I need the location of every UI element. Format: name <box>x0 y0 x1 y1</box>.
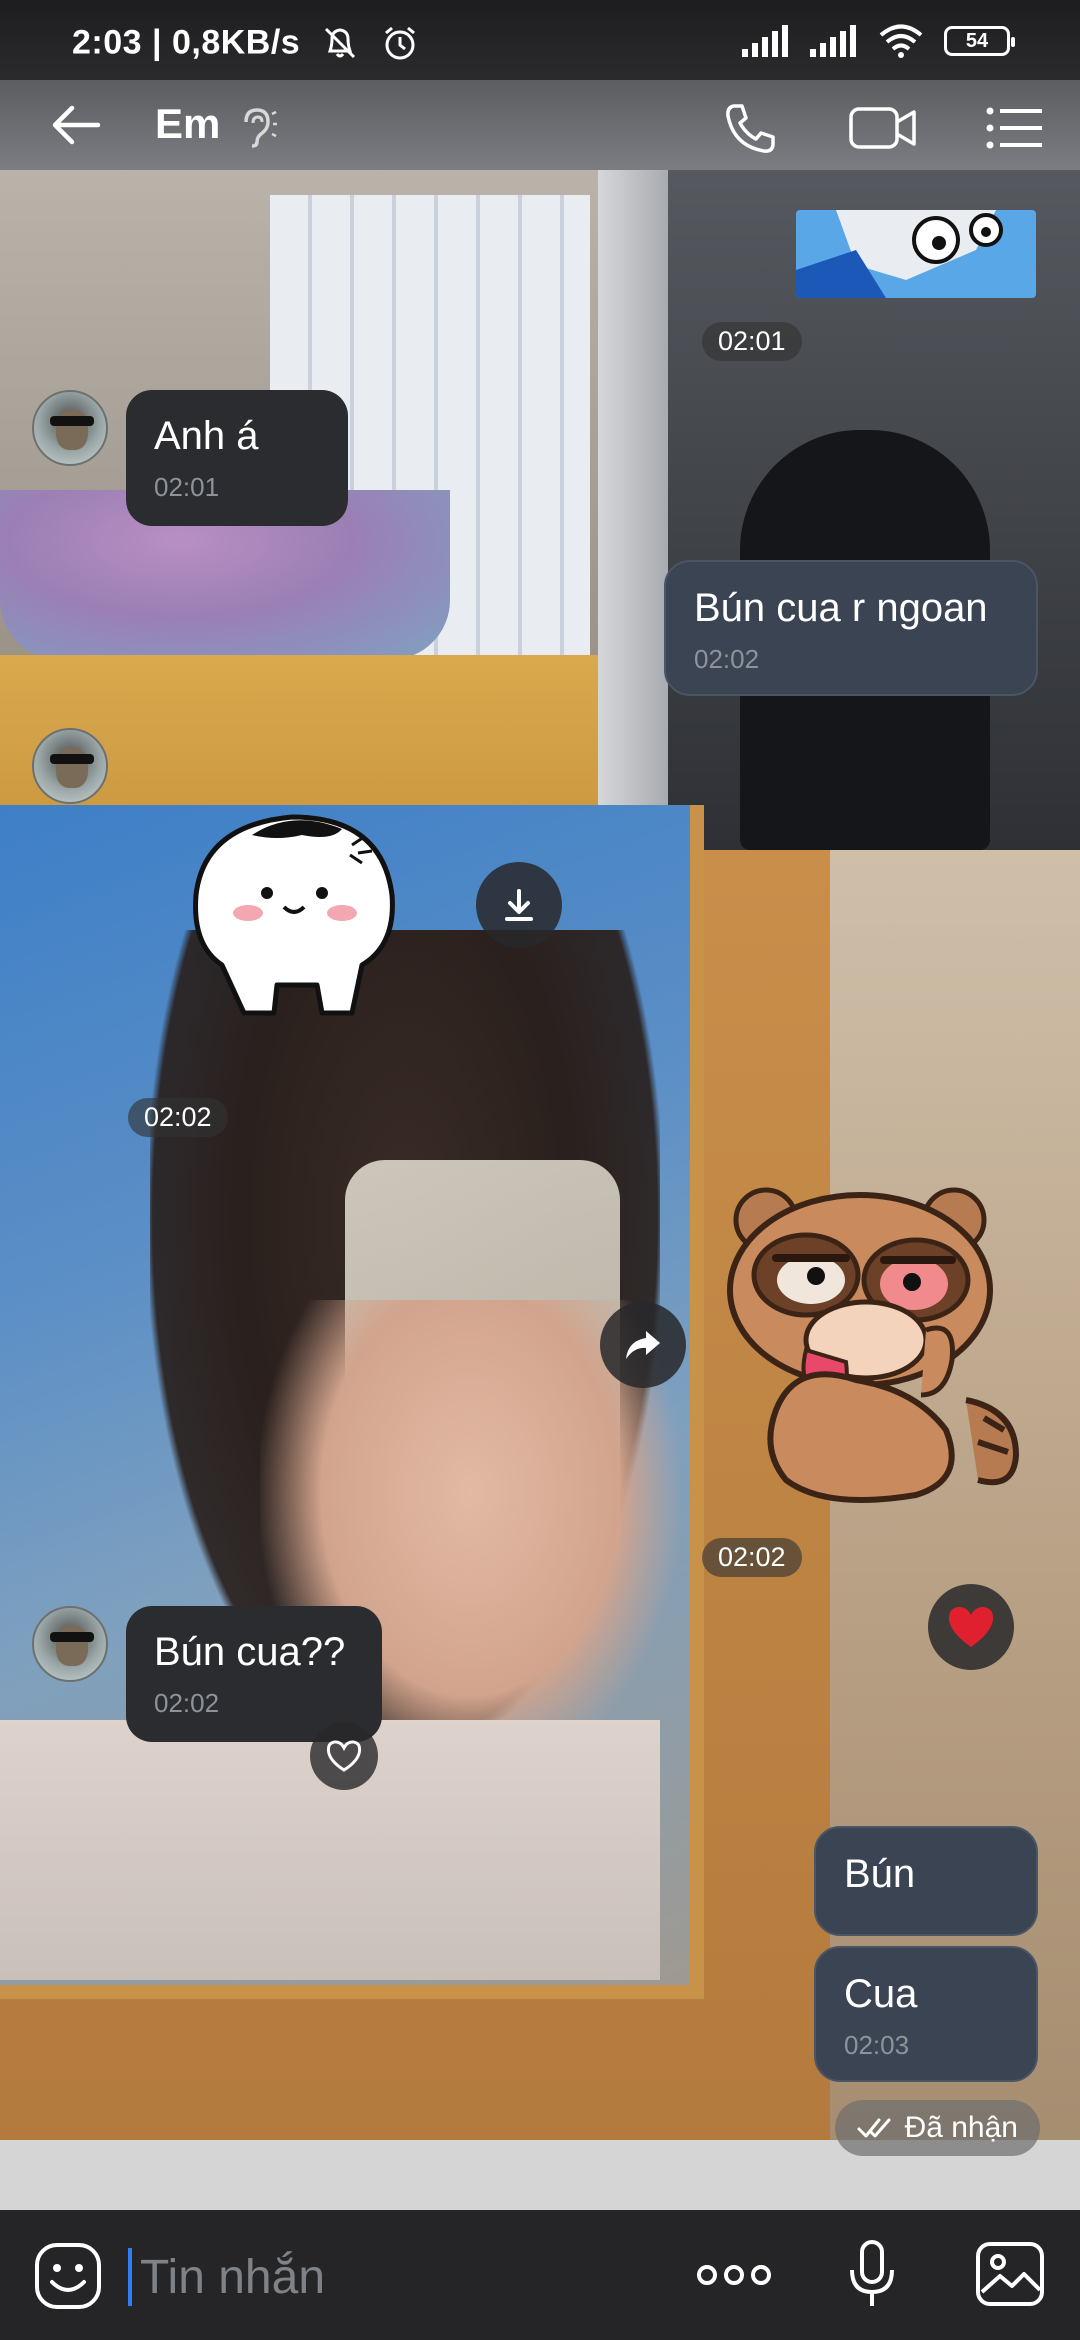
microphone-icon[interactable] <box>846 2238 898 2310</box>
contact-avatar[interactable] <box>32 728 108 804</box>
gallery-image-icon[interactable] <box>974 2240 1046 2308</box>
battery-level: 54 <box>965 29 989 52</box>
battery-indicator: 54 <box>944 26 1015 56</box>
message-text: Bún <box>844 1852 916 1896</box>
sticker-partial-top[interactable] <box>796 210 1036 298</box>
forward-button[interactable] <box>600 1302 686 1388</box>
sticker-time-chip: 02:02 <box>702 1538 802 1577</box>
message-time: 02:02 <box>694 644 760 674</box>
ear-icon <box>244 108 277 148</box>
forward-arrow-icon <box>626 1331 660 1359</box>
contact-avatar[interactable] <box>32 1606 108 1682</box>
message-input[interactable]: Tin nhắn <box>128 2244 688 2310</box>
signal-icon-2 <box>810 25 856 57</box>
back-arrow-icon[interactable] <box>46 100 106 150</box>
mute-bell-icon <box>325 27 356 59</box>
signal-icon-1 <box>742 25 788 57</box>
message-text: Cua <box>844 1972 918 2016</box>
download-button[interactable] <box>476 862 562 948</box>
delivery-status-text: Đã nhận <box>904 2111 1018 2144</box>
message-time: 02:02 <box>154 1688 220 1718</box>
alarm-icon <box>385 26 416 60</box>
more-options-icon[interactable] <box>696 2260 772 2290</box>
message-bubble-incoming[interactable]: Anh á 02:01 <box>126 390 348 526</box>
double-check-icon <box>857 2118 891 2138</box>
message-bubble-outgoing[interactable]: Cua 02:03 <box>814 1946 1038 2082</box>
status-time: 2:03 <box>72 23 143 62</box>
chat-header: Em <box>0 80 1080 170</box>
photo-window-frame <box>598 165 668 850</box>
text-caret <box>128 2248 132 2306</box>
message-time: 02:01 <box>154 472 220 502</box>
heart-filled-icon <box>948 1607 994 1647</box>
message-text: Anh á <box>154 414 259 458</box>
phone-call-icon[interactable] <box>720 98 780 158</box>
emoji-sticker-icon[interactable] <box>32 2240 104 2312</box>
reaction-heart-button[interactable] <box>928 1584 1014 1670</box>
sticker-raccoon-icon[interactable] <box>716 1180 1036 1510</box>
message-text: Bún cua?? <box>154 1630 346 1674</box>
status-network-speed: | 0,8KB/s <box>152 23 301 62</box>
menu-list-icon[interactable] <box>986 106 1042 150</box>
status-bar: 2:03 | 0,8KB/s 54 <box>0 0 1080 80</box>
react-heart-button[interactable] <box>310 1722 378 1790</box>
sticker-rice-ball-icon[interactable] <box>182 795 412 1025</box>
heart-outline-icon <box>326 1740 362 1772</box>
sticker-time-chip: 02:02 <box>128 1098 228 1137</box>
video-call-icon[interactable] <box>848 102 918 154</box>
message-input-placeholder: Tin nhắn <box>140 2251 326 2304</box>
contact-name[interactable]: Em <box>155 100 220 148</box>
message-bubble-outgoing[interactable]: Bún cua r ngoan 02:02 <box>664 560 1038 696</box>
photo-time-chip: 02:01 <box>702 322 802 361</box>
contact-avatar[interactable] <box>32 390 108 466</box>
sticker-cartoon-face-icon <box>796 210 1036 298</box>
download-icon <box>505 889 533 921</box>
message-time: 02:03 <box>844 2030 910 2060</box>
delivery-status: Đã nhận <box>834 2100 1040 2156</box>
message-bubble-outgoing[interactable]: Bún <box>814 1826 1038 1936</box>
message-input-bar: Tin nhắn <box>0 2210 1080 2340</box>
wifi-icon <box>879 24 923 58</box>
message-text: Bún cua r ngoan <box>694 586 988 630</box>
